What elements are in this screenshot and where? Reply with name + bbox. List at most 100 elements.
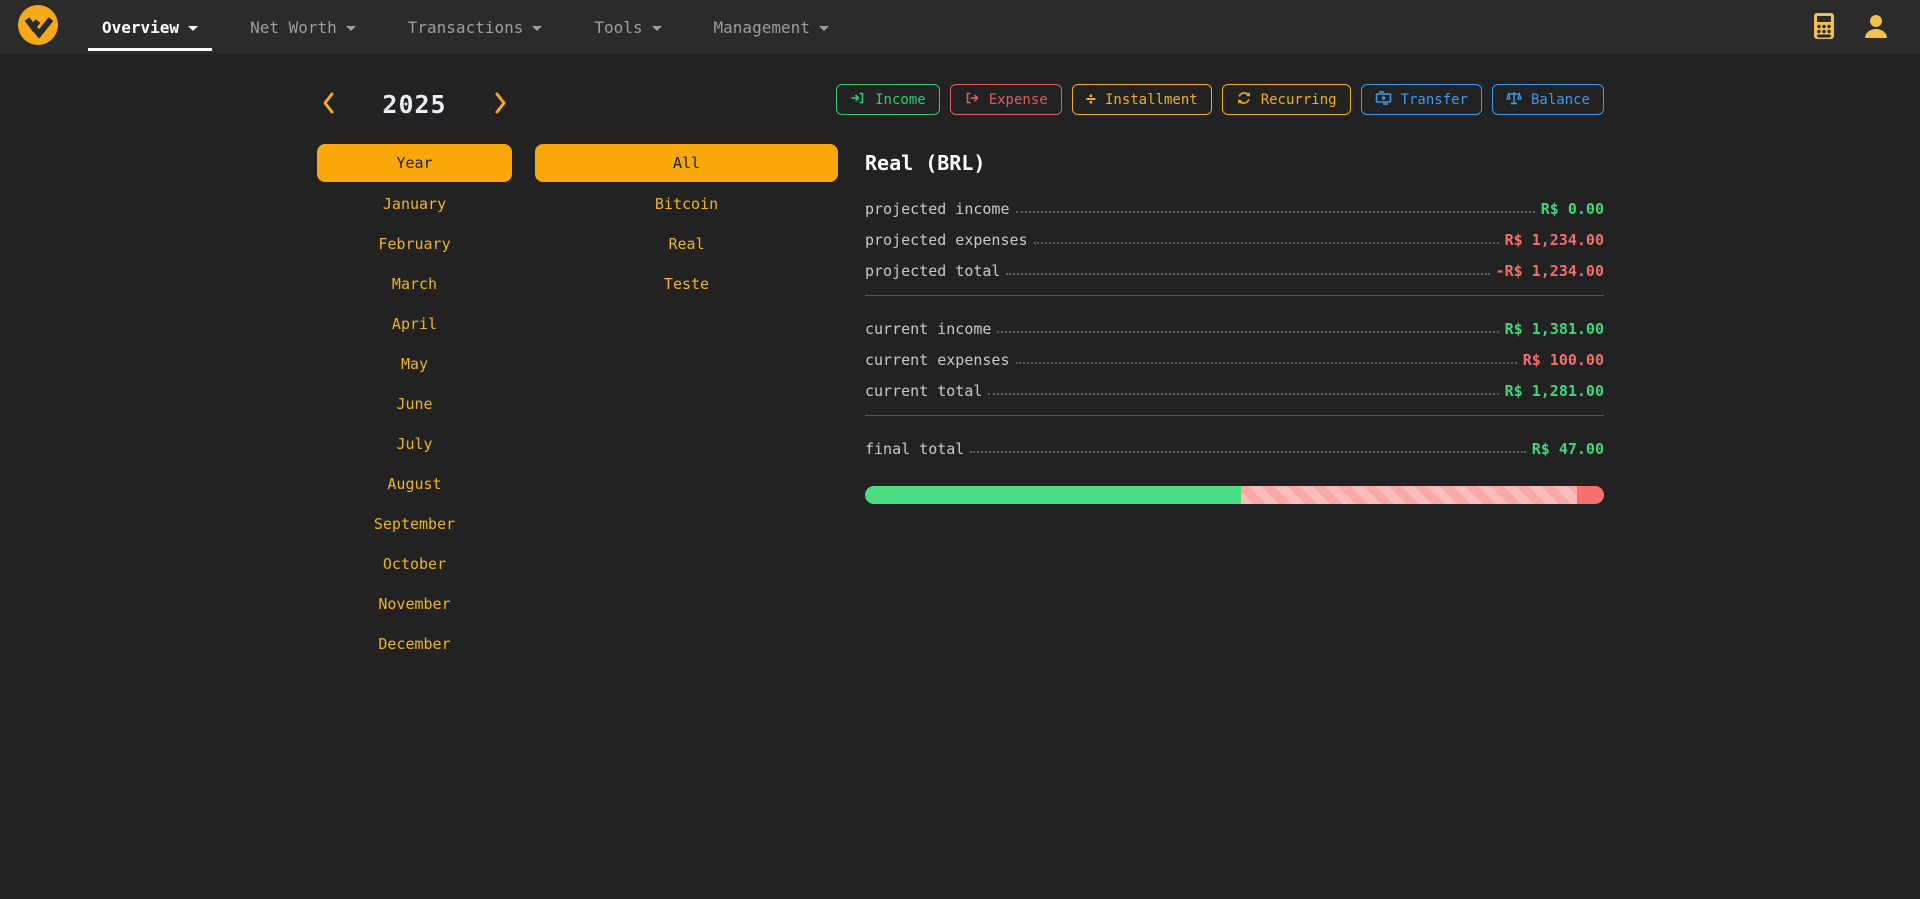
calculator-icon [1812,11,1836,44]
chevron-left-icon [321,91,335,118]
chevron-down-icon [652,26,662,31]
income-label: Income [875,92,926,108]
user-icon [1862,12,1890,43]
navbar: Overview Net Worth Transactions Tools Ma… [0,0,1920,54]
installment-button[interactable]: ÷ Installment [1072,84,1212,115]
month-april[interactable]: April [392,315,437,333]
account-bitcoin[interactable]: Bitcoin [655,195,718,213]
budget-progress-bar [865,486,1604,504]
final-total-value: R$ 47.00 [1532,440,1604,460]
summary-panel: Income Expense ÷ Installment Recurring [865,84,1604,664]
transfer-button[interactable]: Transfer [1361,84,1482,115]
nav-management[interactable]: Management [698,0,845,54]
projected-total-row: projected total -R$ 1,234.00 [865,251,1604,282]
income-button[interactable]: Income [836,84,940,115]
account-real[interactable]: Real [668,235,704,253]
main-content: 2025 Year January February March April M… [0,54,1920,664]
app-logo[interactable] [10,0,76,54]
months-column: Year January February March April May Ju… [317,144,512,664]
account-teste[interactable]: Teste [664,275,709,293]
projected-expenses-value: R$ 1,234.00 [1505,231,1604,251]
current-total-value: R$ 1,281.00 [1505,382,1604,402]
income-arrow-in-icon [850,90,866,110]
chevron-down-icon [532,26,542,31]
dotted-leader [1006,273,1489,275]
final-total-label: final total [865,440,964,460]
expense-arrow-out-icon [964,90,980,110]
projected-expenses-row: projected expenses R$ 1,234.00 [865,220,1604,251]
period-panel: 2025 Year January February March April M… [317,84,838,664]
scales-icon [1506,90,1522,110]
dotted-leader [1034,242,1499,244]
brand-logo-icon [16,3,60,51]
current-expenses-row: current expenses R$ 100.00 [865,340,1604,371]
progress-income-segment [865,486,1241,504]
progress-projected-expenses-segment [1241,486,1577,504]
current-expenses-value: R$ 100.00 [1523,351,1604,371]
year-navigation: 2025 [317,84,512,124]
dotted-leader [988,393,1498,395]
month-august[interactable]: August [387,475,441,493]
month-list: January February March April May June Ju… [317,184,512,664]
nav-transactions[interactable]: Transactions [392,0,559,54]
nav-overview-label: Overview [102,18,179,37]
expense-button[interactable]: Expense [950,84,1062,115]
current-income-row: current income R$ 1,381.00 [865,309,1604,340]
month-june[interactable]: June [396,395,432,413]
user-profile-button[interactable] [1862,12,1890,43]
projected-income-row: projected income R$ 0.00 [865,189,1604,220]
month-december[interactable]: December [378,635,450,653]
repeat-icon [1236,90,1252,110]
section-divider [865,295,1604,296]
balance-label: Balance [1531,92,1590,108]
chevron-down-icon [188,26,198,31]
progress-current-expenses-segment [1577,486,1604,504]
transaction-actions: Income Expense ÷ Installment Recurring [865,84,1604,115]
all-accounts-button[interactable]: All [535,144,838,182]
month-november[interactable]: November [378,595,450,613]
current-total-label: current total [865,382,982,402]
nav-overview[interactable]: Overview [86,0,214,54]
nav-net-worth[interactable]: Net Worth [234,0,372,54]
month-january[interactable]: January [383,195,446,213]
transfer-label: Transfer [1401,92,1468,108]
projected-income-label: projected income [865,200,1010,220]
month-october[interactable]: October [383,555,446,573]
chevron-down-icon [819,26,829,31]
calculator-button[interactable] [1812,11,1836,44]
nav-tools-label: Tools [594,18,642,37]
month-february[interactable]: February [378,235,450,253]
nav-tools[interactable]: Tools [578,0,677,54]
month-may[interactable]: May [401,355,428,373]
nav-transactions-label: Transactions [408,18,524,37]
month-july[interactable]: July [396,435,432,453]
current-income-label: current income [865,320,991,340]
account-list: Bitcoin Real Teste [535,184,838,304]
nav-management-label: Management [714,18,810,37]
dotted-leader [970,451,1525,453]
projected-expenses-label: projected expenses [865,231,1028,251]
chevron-right-icon [494,91,508,118]
month-march[interactable]: March [392,275,437,293]
projected-income-value: R$ 0.00 [1541,200,1604,220]
balance-button[interactable]: Balance [1492,84,1604,115]
next-year-button[interactable] [490,87,512,122]
money-transfer-icon [1375,90,1392,110]
dotted-leader [997,331,1498,333]
month-september[interactable]: September [374,515,455,533]
projected-total-value: -R$ 1,234.00 [1496,262,1604,282]
account-summary-title: Real (BRL) [865,151,1604,175]
recurring-button[interactable]: Recurring [1222,84,1351,115]
chevron-down-icon [346,26,356,31]
current-total-row: current total R$ 1,281.00 [865,371,1604,402]
dotted-leader [1016,362,1517,364]
nav-net-worth-label: Net Worth [250,18,337,37]
current-year: 2025 [382,90,446,119]
final-total-row: final total R$ 47.00 [865,429,1604,460]
division-icon: ÷ [1086,91,1096,108]
current-income-value: R$ 1,381.00 [1505,320,1604,340]
accounts-column: All Bitcoin Real Teste [535,144,838,664]
installment-label: Installment [1105,92,1198,108]
year-button[interactable]: Year [317,144,512,182]
previous-year-button[interactable] [317,87,339,122]
